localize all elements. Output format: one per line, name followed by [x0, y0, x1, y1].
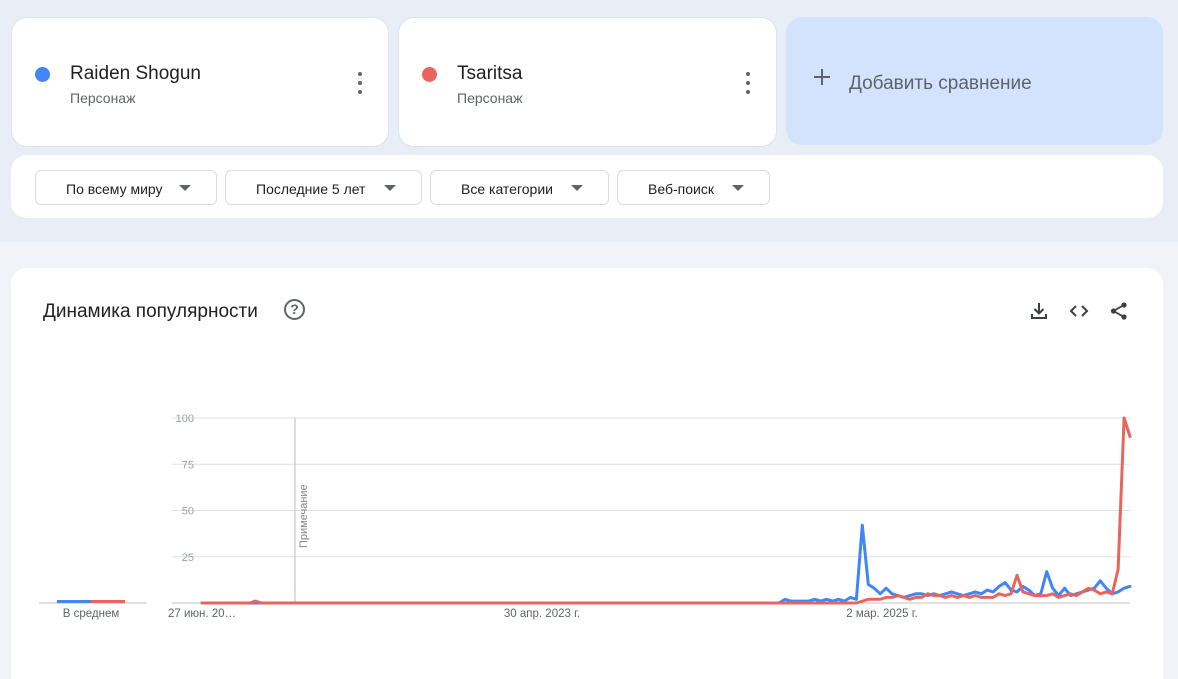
y-tick-label: 25: [182, 552, 194, 564]
y-tick-label: 50: [182, 506, 194, 518]
trend-chart: 25 50 75 100 Примечание 27 июн. 20… 30 апр. 20…: [39, 413, 1132, 620]
x-tick-label: 2 мар. 2025 г.: [846, 608, 917, 620]
x-tick-label: 27 июн. 20…: [168, 608, 236, 620]
term-type: Персонаж: [457, 90, 523, 106]
caret-down-icon: [732, 185, 744, 191]
interest-over-time-card: Динамика популярности ? 25 50 75 100 Примеча…: [11, 268, 1163, 679]
term-card-tsaritsa[interactable]: Tsaritsa Персонаж: [398, 17, 777, 147]
term-card-raiden[interactable]: Raiden Shogun Персонаж: [11, 17, 389, 147]
filter-label: Последние 5 лет: [256, 181, 366, 197]
category-filter-dropdown[interactable]: Все категории: [430, 170, 609, 205]
term-color-dot: [422, 67, 437, 82]
caret-down-icon: [571, 185, 583, 191]
caret-down-icon: [179, 185, 191, 191]
filter-label: Все категории: [461, 181, 553, 197]
search-type-filter-dropdown[interactable]: Веб-поиск: [617, 170, 770, 205]
add-comparison-label: Добавить сравнение: [849, 73, 1032, 94]
series-line-raiden-shogun: [200, 523, 1132, 605]
filter-label: По всему миру: [66, 181, 163, 197]
term-name: Raiden Shogun: [70, 63, 201, 84]
region-filter-dropdown[interactable]: По всему миру: [35, 170, 217, 205]
add-comparison-button[interactable]: Добавить сравнение: [786, 17, 1163, 145]
filter-label: Веб-поиск: [648, 181, 714, 197]
y-tick-label: 75: [182, 459, 194, 471]
more-vert-icon[interactable]: [354, 72, 366, 94]
x-tick-label: 30 апр. 2023 г.: [504, 608, 580, 620]
term-type: Персонаж: [70, 90, 136, 106]
y-tick-label: 100: [176, 413, 194, 425]
more-vert-icon[interactable]: [742, 72, 754, 94]
note-label: Примечание: [298, 484, 310, 548]
term-name: Tsaritsa: [457, 63, 523, 84]
caret-down-icon: [384, 185, 396, 191]
average-label: В среднем: [63, 608, 120, 620]
time-range-filter-dropdown[interactable]: Последние 5 лет: [225, 170, 422, 205]
filter-bar: По всему миру Последние 5 лет Все катего…: [11, 155, 1163, 218]
plus-icon: [814, 69, 830, 85]
average-bar-raiden-shogun: [57, 600, 91, 603]
average-bar-tsaritsa: [91, 600, 125, 603]
term-color-dot: [35, 67, 50, 82]
